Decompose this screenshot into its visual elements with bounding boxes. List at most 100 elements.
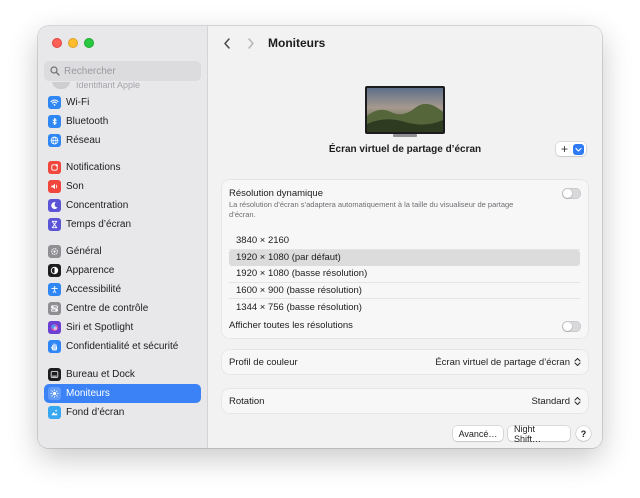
sidebar-item-label: Concentration [66,200,129,211]
dynamic-resolution-label: Résolution dynamique [229,188,324,199]
sidebar-item-g-n-ral[interactable]: Général [44,242,201,261]
notifications-bell-icon [48,161,61,174]
rotation-row: Rotation Standard [222,389,588,413]
color-profile-select[interactable]: Écran virtuel de partage d’écran [435,357,581,368]
sidebar-item-apple-id[interactable]: Identifiant Apple [52,82,140,92]
dynamic-resolution-toggle[interactable] [562,188,581,199]
focus-moon-icon [48,199,61,212]
sidebar-item-label: Apparence [66,265,115,276]
window-controls [52,38,94,48]
sidebar-item-label: Centre de contrôle [66,303,149,314]
chevron-down-icon [575,147,582,152]
minimize-window-button[interactable] [68,38,78,48]
forward-button[interactable] [242,34,260,52]
sidebar-item-moniteurs[interactable]: Moniteurs [44,384,201,403]
search-input[interactable] [64,65,184,77]
sidebar-item-wi-fi[interactable]: Wi-Fi [44,93,201,112]
sidebar-item-label: Wi-Fi [66,97,90,108]
sidebar-item-bluetooth[interactable]: Bluetooth [44,112,201,131]
resolution-option[interactable]: 1344 × 756 (basse résolution) [229,299,580,316]
up-down-chevron-icon [574,396,581,406]
rotation-value: Standard [531,395,570,407]
resolution-card: Résolution dynamique La résolution d’écr… [222,180,588,338]
sound-speaker-icon [48,180,61,193]
show-all-resolutions-toggle[interactable] [562,321,581,332]
color-profile-label: Profil de couleur [229,356,298,368]
resolution-option[interactable]: 1920 × 1080 (par défaut) [229,249,580,266]
show-all-resolutions-label: Afficher toutes les résolutions [229,320,353,331]
sidebar-item-r-seau[interactable]: Réseau [44,131,201,150]
sidebar-item-bureau-et-dock[interactable]: Bureau et Dock [44,365,201,384]
sidebar-item-label: Notifications [66,162,121,173]
settings-window: Identifiant Apple Wi-Fi Bluetooth Réseau No… [38,26,602,448]
sidebar-item-accessibilit[interactable]: Accessibilité [44,280,201,299]
sidebar-item-label: Temps d’écran [66,219,132,230]
chevron-left-icon [224,37,230,49]
sidebar-item-label: Identifiant Apple [76,82,141,90]
display-arrangement [208,86,602,138]
screen-time-hourglass-icon [48,218,61,231]
sidebar-item-apparence[interactable]: Apparence [44,261,201,280]
sidebar-item-label: Général [66,246,102,257]
display-thumbnail[interactable] [365,86,445,138]
wallpaper-icon [48,406,61,419]
toolbar: Moniteurs [208,26,602,60]
rotation-select[interactable]: Standard [531,396,581,407]
resolution-list: 3840 × 2160 1920 × 1080 (par défaut) 1920 … [229,233,580,316]
appearance-icon [48,264,61,277]
sidebar-item-centre-de-contr-le[interactable]: Centre de contrôle [44,299,201,318]
resolution-option[interactable]: 1920 × 1080 (basse résolution) [229,266,580,283]
avatar [52,82,70,89]
sidebar-item-label: Son [66,181,84,192]
sidebar-item-notifications[interactable]: Notifications [44,158,201,177]
help-button[interactable]: ? [576,426,591,441]
advanced-button[interactable]: Avancé… [453,426,503,441]
sidebar-item-label: Confidentialité et sécurité [66,341,179,352]
back-button[interactable] [218,34,236,52]
color-profile-value: Écran virtuel de partage d’écran [435,356,570,368]
chevron-right-icon [248,37,254,49]
main-panel: Moniteurs Écran virtuel de partage d’écr… [208,26,602,448]
add-display-dropdown[interactable] [573,143,584,155]
page-title: Moniteurs [268,36,326,50]
sidebar: Identifiant Apple Wi-Fi Bluetooth Réseau No… [38,26,208,448]
sidebar-item-siri-et-spotlight[interactable]: Siri et Spotlight [44,318,201,337]
sidebar-item-fond-d-cran[interactable]: Fond d’écran [44,403,201,422]
sidebar-item-label: Bureau et Dock [66,369,135,380]
sidebar-item-label: Réseau [66,135,101,146]
sidebar-item-label: Bluetooth [66,116,109,127]
add-display-menu[interactable]: + [556,142,586,156]
bluetooth-icon [48,115,61,128]
displays-sun-icon [48,387,61,400]
color-profile-row: Profil de couleur Écran virtuel de parta… [222,350,588,374]
sidebar-item-son[interactable]: Son [44,177,201,196]
sidebar-item-label: Moniteurs [66,388,110,399]
sidebar-item-label: Accessibilité [66,284,122,295]
search-field[interactable] [44,61,201,81]
desktop-dock-icon [48,368,61,381]
network-globe-icon [48,134,61,147]
siri-icon [48,321,61,334]
wifi-icon [48,96,61,109]
dynamic-resolution-description: La résolution d’écran s’adaptera automat… [229,200,514,219]
zoom-window-button[interactable] [84,38,94,48]
sidebar-item-label: Fond d’écran [66,407,125,418]
display-name: Écran virtuel de partage d’écran [328,144,482,155]
up-down-chevron-icon [574,357,581,367]
resolution-option[interactable]: 1600 × 900 (basse résolution) [229,283,580,299]
privacy-hand-icon [48,340,61,353]
rotation-label: Rotation [229,395,265,407]
control-center-icon [48,302,61,315]
add-display-button[interactable]: + [556,143,573,155]
close-window-button[interactable] [52,38,62,48]
night-shift-button[interactable]: Night Shift… [508,424,570,444]
sidebar-item-confidentialit-et-s-curit[interactable]: Confidentialité et sécurité [44,337,201,356]
search-icon [50,66,60,76]
sidebar-item-temps-d-cran[interactable]: Temps d’écran [44,215,201,234]
accessibility-icon [48,283,61,296]
sidebar-item-label: Siri et Spotlight [66,322,134,333]
sidebar-list: Identifiant Apple Wi-Fi Bluetooth Réseau No… [38,82,208,448]
resolution-option[interactable]: 3840 × 2160 [229,233,580,250]
general-gear-icon [48,245,61,258]
sidebar-item-concentration[interactable]: Concentration [44,196,201,215]
